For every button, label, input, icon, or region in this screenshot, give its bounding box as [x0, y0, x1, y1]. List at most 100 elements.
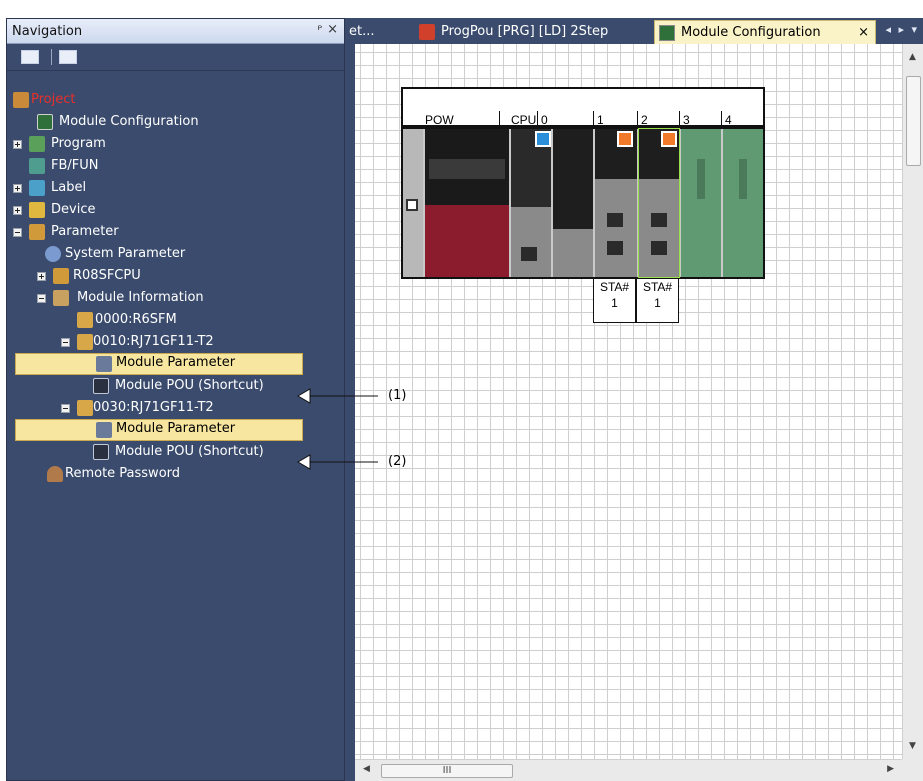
- tree-item-label: Module Configuration: [59, 114, 199, 129]
- project-icon: [13, 92, 29, 108]
- cpu-marker-icon: [535, 131, 551, 147]
- empty-slot-4[interactable]: [723, 129, 763, 277]
- navigation-pane: Navigation ᴾ × Project Module Configurat…: [6, 18, 345, 781]
- scroll-left-icon[interactable]: ◀: [363, 764, 370, 774]
- tree-item-0000-r6sfm[interactable]: 0000:R6SFM: [77, 309, 327, 331]
- base-end: [403, 129, 423, 277]
- rack-slot-header: POW CPU 0 1 2 3 4: [401, 87, 765, 127]
- tree-item-r08sfcpu[interactable]: R08SFCPU: [37, 265, 327, 287]
- slot-divider: [537, 111, 538, 127]
- program-icon: [29, 136, 45, 152]
- expand-tree-icon[interactable]: [21, 50, 39, 64]
- station-label-slot-2: STA# 1: [636, 279, 679, 323]
- tab-label: Module Configuration: [681, 25, 821, 40]
- tree-item-0010-rj71gf11-t2[interactable]: 0010:RJ71GF11-T2: [61, 331, 331, 353]
- station-label-number: 1: [611, 296, 618, 310]
- scrollbar-corner: [902, 759, 923, 781]
- callout-arrows: [297, 388, 378, 470]
- collapse-icon[interactable]: [13, 228, 22, 237]
- ladder-program-icon: [419, 24, 435, 40]
- pin-icon[interactable]: ᴾ: [317, 23, 322, 37]
- scroll-down-icon[interactable]: ▼: [909, 741, 916, 751]
- module-parameter-icon: [96, 356, 112, 372]
- tree-item-label-node[interactable]: Label: [13, 177, 333, 199]
- collapse-tree-icon[interactable]: [59, 50, 77, 64]
- station-label-slot-1: STA# 1: [593, 279, 636, 323]
- module-icon: [77, 400, 93, 416]
- collapse-icon[interactable]: [61, 404, 70, 413]
- horizontal-scroll-thumb[interactable]: III: [381, 764, 513, 778]
- slot-divider: [721, 111, 722, 127]
- station-marker-icon: [661, 131, 677, 147]
- expand-icon[interactable]: [13, 140, 22, 149]
- slot-divider: [593, 111, 594, 127]
- tree-item-label: Project: [31, 92, 76, 107]
- tree-item-module-parameter-1[interactable]: Module Parameter: [15, 353, 303, 375]
- expand-icon[interactable]: [13, 206, 22, 215]
- safety-module-slot-0[interactable]: [553, 129, 593, 277]
- power-supply-module[interactable]: [425, 129, 509, 277]
- callout-label-2: (2): [388, 454, 407, 469]
- slot-label-1: 1: [597, 113, 604, 127]
- ethernet-port-icon: [607, 213, 623, 227]
- tree-item-module-information[interactable]: Module Information: [37, 287, 327, 309]
- tree-item-fb-fun[interactable]: FB/FUN: [29, 155, 329, 177]
- tree-item-program[interactable]: Program: [13, 133, 333, 155]
- station-marker-icon: [617, 131, 633, 147]
- module-panel: [639, 179, 679, 277]
- collapse-icon[interactable]: [37, 294, 46, 303]
- slot-rail: [697, 159, 705, 199]
- slot-label-2: 2: [641, 113, 648, 127]
- tree-item-device[interactable]: Device: [13, 199, 333, 221]
- tree-item-label: Module Parameter: [116, 355, 236, 370]
- tree-item-0030-rj71gf11-t2[interactable]: 0030:RJ71GF11-T2: [61, 397, 331, 419]
- slot-label-3: 3: [683, 113, 690, 127]
- document-tab-bar: et... ProgPou [PRG] [LD] 2Step Module Co…: [345, 18, 923, 44]
- tree-item-system-parameter[interactable]: System Parameter: [45, 243, 325, 265]
- scroll-grip: III: [442, 765, 452, 776]
- tree-item-remote-password[interactable]: Remote Password: [47, 463, 327, 485]
- vertical-scroll-thumb[interactable]: [906, 76, 921, 166]
- fb-fun-icon: [29, 158, 45, 174]
- tab-module-configuration[interactable]: Module Configuration ×: [654, 20, 876, 44]
- navigation-title: Navigation: [12, 24, 83, 39]
- base-connector-icon: [406, 199, 418, 211]
- scroll-right-icon[interactable]: ▶: [887, 764, 894, 774]
- tab-scroll-icons[interactable]: ◂ ▸ ▾: [885, 23, 919, 36]
- slot-divider: [679, 111, 680, 127]
- tab-label: ProgPou [PRG] [LD] 2Step: [441, 24, 609, 39]
- slot-label-4: 4: [725, 113, 732, 127]
- tab-progpou[interactable]: ProgPou [PRG] [LD] 2Step: [415, 20, 655, 44]
- tree-item-project[interactable]: Project: [13, 89, 333, 111]
- module-panel: [553, 229, 593, 277]
- tree-item-label: Remote Password: [65, 466, 181, 481]
- close-icon[interactable]: ×: [327, 22, 338, 37]
- tree-item-module-parameter-2[interactable]: Module Parameter: [15, 419, 303, 441]
- slot-divider: [637, 111, 638, 127]
- module-icon: [77, 312, 93, 328]
- tree-item-label: Module Information: [77, 290, 204, 305]
- label-icon: [29, 180, 45, 196]
- cpu-parameter-icon: [53, 268, 69, 284]
- slot-label-pow: POW: [425, 113, 454, 127]
- tree-item-parameter[interactable]: Parameter: [13, 221, 333, 243]
- close-tab-icon[interactable]: ×: [858, 21, 869, 45]
- remote-password-icon: [47, 466, 63, 482]
- scroll-up-icon[interactable]: ▲: [909, 52, 916, 62]
- expand-icon[interactable]: [13, 184, 22, 193]
- expand-icon[interactable]: [37, 272, 46, 281]
- tab-label: et...: [349, 24, 375, 39]
- tree-item-module-configuration[interactable]: Module Configuration: [37, 111, 327, 133]
- ethernet-port-icon: [651, 241, 667, 255]
- tree-item-label: Module Parameter: [116, 421, 236, 436]
- horizontal-scrollbar[interactable]: ◀ III ▶: [355, 759, 902, 781]
- tab-set[interactable]: et...: [349, 20, 387, 44]
- cpu-module[interactable]: [511, 129, 551, 277]
- module-parameter-icon: [96, 422, 112, 438]
- network-module-slot-2[interactable]: [638, 128, 680, 278]
- ethernet-port-icon: [607, 241, 623, 255]
- collapse-icon[interactable]: [61, 338, 70, 347]
- vertical-scrollbar[interactable]: ▲ ▼: [902, 44, 923, 759]
- empty-slot-3[interactable]: [681, 129, 721, 277]
- network-module-slot-1[interactable]: [595, 129, 637, 277]
